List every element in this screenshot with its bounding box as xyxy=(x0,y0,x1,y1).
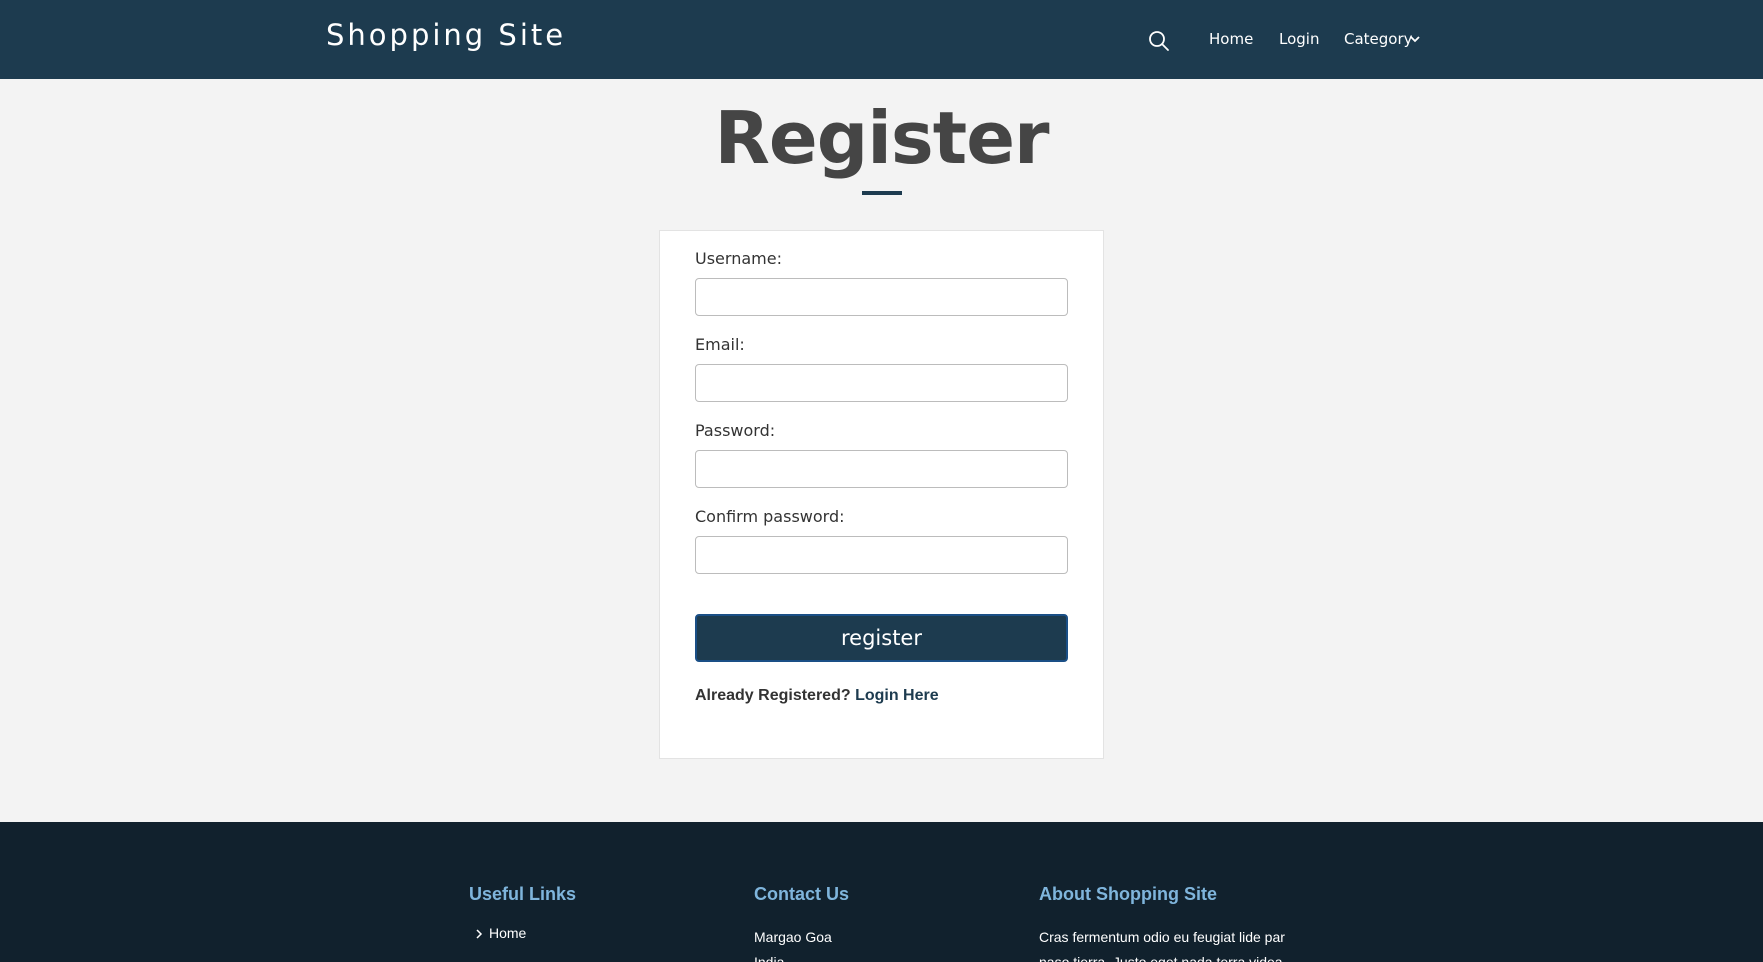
already-registered-label: Already Registered? xyxy=(695,687,851,704)
password-input[interactable] xyxy=(695,450,1068,488)
register-button[interactable]: register xyxy=(695,614,1068,662)
search-icon[interactable] xyxy=(1148,30,1170,52)
footer-link-home[interactable]: Home xyxy=(489,925,526,941)
footer-useful-links-heading: Useful Links xyxy=(469,884,577,904)
footer-about-text: naso tierra. Justo eget nada terra videa xyxy=(1039,954,1283,962)
nav-category-dropdown[interactable]: Category xyxy=(1344,30,1413,48)
nav-login-link[interactable]: Login xyxy=(1279,30,1319,48)
page-title: Register xyxy=(714,96,1049,180)
footer-contact-line: India xyxy=(754,954,785,962)
footer xyxy=(0,822,1763,962)
footer-contact-line: Margao Goa xyxy=(754,929,832,945)
username-label: Username: xyxy=(695,249,782,268)
password-label: Password: xyxy=(695,421,776,440)
chevron-down-icon[interactable] xyxy=(1410,35,1420,43)
footer-about-text: Cras fermentum odio eu feugiat lide par xyxy=(1039,929,1285,945)
chevron-right-icon xyxy=(476,929,483,939)
footer-about-heading: About Shopping Site xyxy=(1039,884,1217,904)
confirm-password-label: Confirm password: xyxy=(695,507,845,526)
footer-contact-heading: Contact Us xyxy=(754,884,850,904)
nav-home-link[interactable]: Home xyxy=(1209,30,1253,48)
login-here-link[interactable]: Login Here xyxy=(855,687,939,704)
title-underline xyxy=(862,191,902,195)
site-brand[interactable]: Shopping Site xyxy=(326,18,566,52)
already-registered-text: Already Registered? Login Here xyxy=(695,687,939,705)
email-label: Email: xyxy=(695,335,745,354)
top-navbar: Shopping Site Home Login Category xyxy=(0,0,1763,79)
username-input[interactable] xyxy=(695,278,1068,316)
email-input[interactable] xyxy=(695,364,1068,402)
confirm-password-input[interactable] xyxy=(695,536,1068,574)
